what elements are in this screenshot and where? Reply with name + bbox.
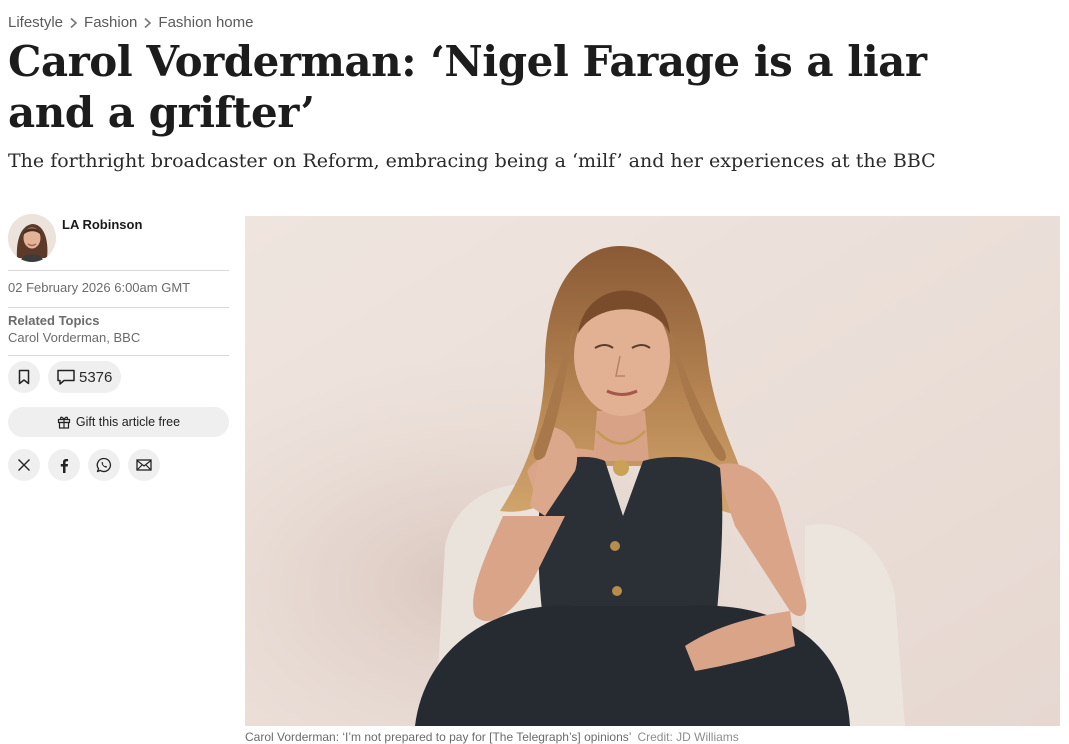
author-byline: LA Robinson: [8, 214, 229, 270]
comments-count: 5376: [79, 368, 113, 386]
bookmark-button[interactable]: [8, 361, 40, 393]
image-caption-text: Carol Vorderman: ‘I’m not prepared to pa…: [245, 730, 632, 744]
topic-bbc[interactable]: BBC: [114, 330, 141, 345]
bookmark-icon: [18, 369, 30, 385]
publish-date: 02 February 2026 6:00am GMT: [8, 280, 191, 295]
x-icon: [18, 459, 30, 471]
chevron-right-icon: [144, 17, 152, 28]
share-facebook-button[interactable]: [48, 449, 80, 481]
related-topics-label: Related Topics: [8, 313, 100, 328]
chevron-right-icon: [70, 17, 78, 28]
gift-icon: [57, 416, 70, 429]
gift-article-button[interactable]: Gift this article free: [8, 407, 229, 437]
article-standfirst: The forthright broadcaster on Reform, em…: [8, 150, 936, 172]
breadcrumb: Lifestyle Fashion Fashion home: [8, 14, 253, 31]
related-topics-list: Carol Vorderman, BBC: [8, 329, 229, 347]
article-sidebar: LA Robinson 02 February 2026 6:00am GMT …: [8, 214, 229, 481]
breadcrumb-fashion-home[interactable]: Fashion home: [158, 14, 253, 31]
hero-image: [245, 216, 1060, 726]
author-name[interactable]: LA Robinson: [62, 217, 142, 232]
comments-button[interactable]: 5376: [48, 361, 122, 393]
share-x-button[interactable]: [8, 449, 40, 481]
facebook-icon: [60, 458, 69, 473]
article-headline: Carol Vorderman: ‘Nigel Farage is a liar…: [8, 37, 927, 137]
email-icon: [136, 459, 152, 471]
breadcrumb-lifestyle[interactable]: Lifestyle: [8, 14, 63, 31]
whatsapp-icon: [96, 457, 112, 473]
article-actions: 5376: [8, 361, 229, 393]
related-topics: Related Topics Carol Vorderman, BBC: [8, 308, 229, 355]
image-credit: Credit: JD Williams: [637, 730, 739, 744]
share-buttons: [8, 449, 229, 481]
comment-icon: [57, 369, 75, 385]
topic-carol-vorderman[interactable]: Carol Vorderman: [8, 330, 106, 345]
image-caption: Carol Vorderman: ‘I’m not prepared to pa…: [245, 730, 739, 744]
share-whatsapp-button[interactable]: [88, 449, 120, 481]
divider: [8, 355, 229, 356]
share-email-button[interactable]: [128, 449, 160, 481]
author-portrait-icon: [8, 214, 56, 262]
author-avatar[interactable]: [8, 214, 56, 262]
breadcrumb-fashion[interactable]: Fashion: [84, 14, 137, 31]
portrait-photo: [245, 216, 1060, 726]
gift-article-label: Gift this article free: [75, 415, 181, 429]
topic-separator: ,: [106, 330, 114, 345]
